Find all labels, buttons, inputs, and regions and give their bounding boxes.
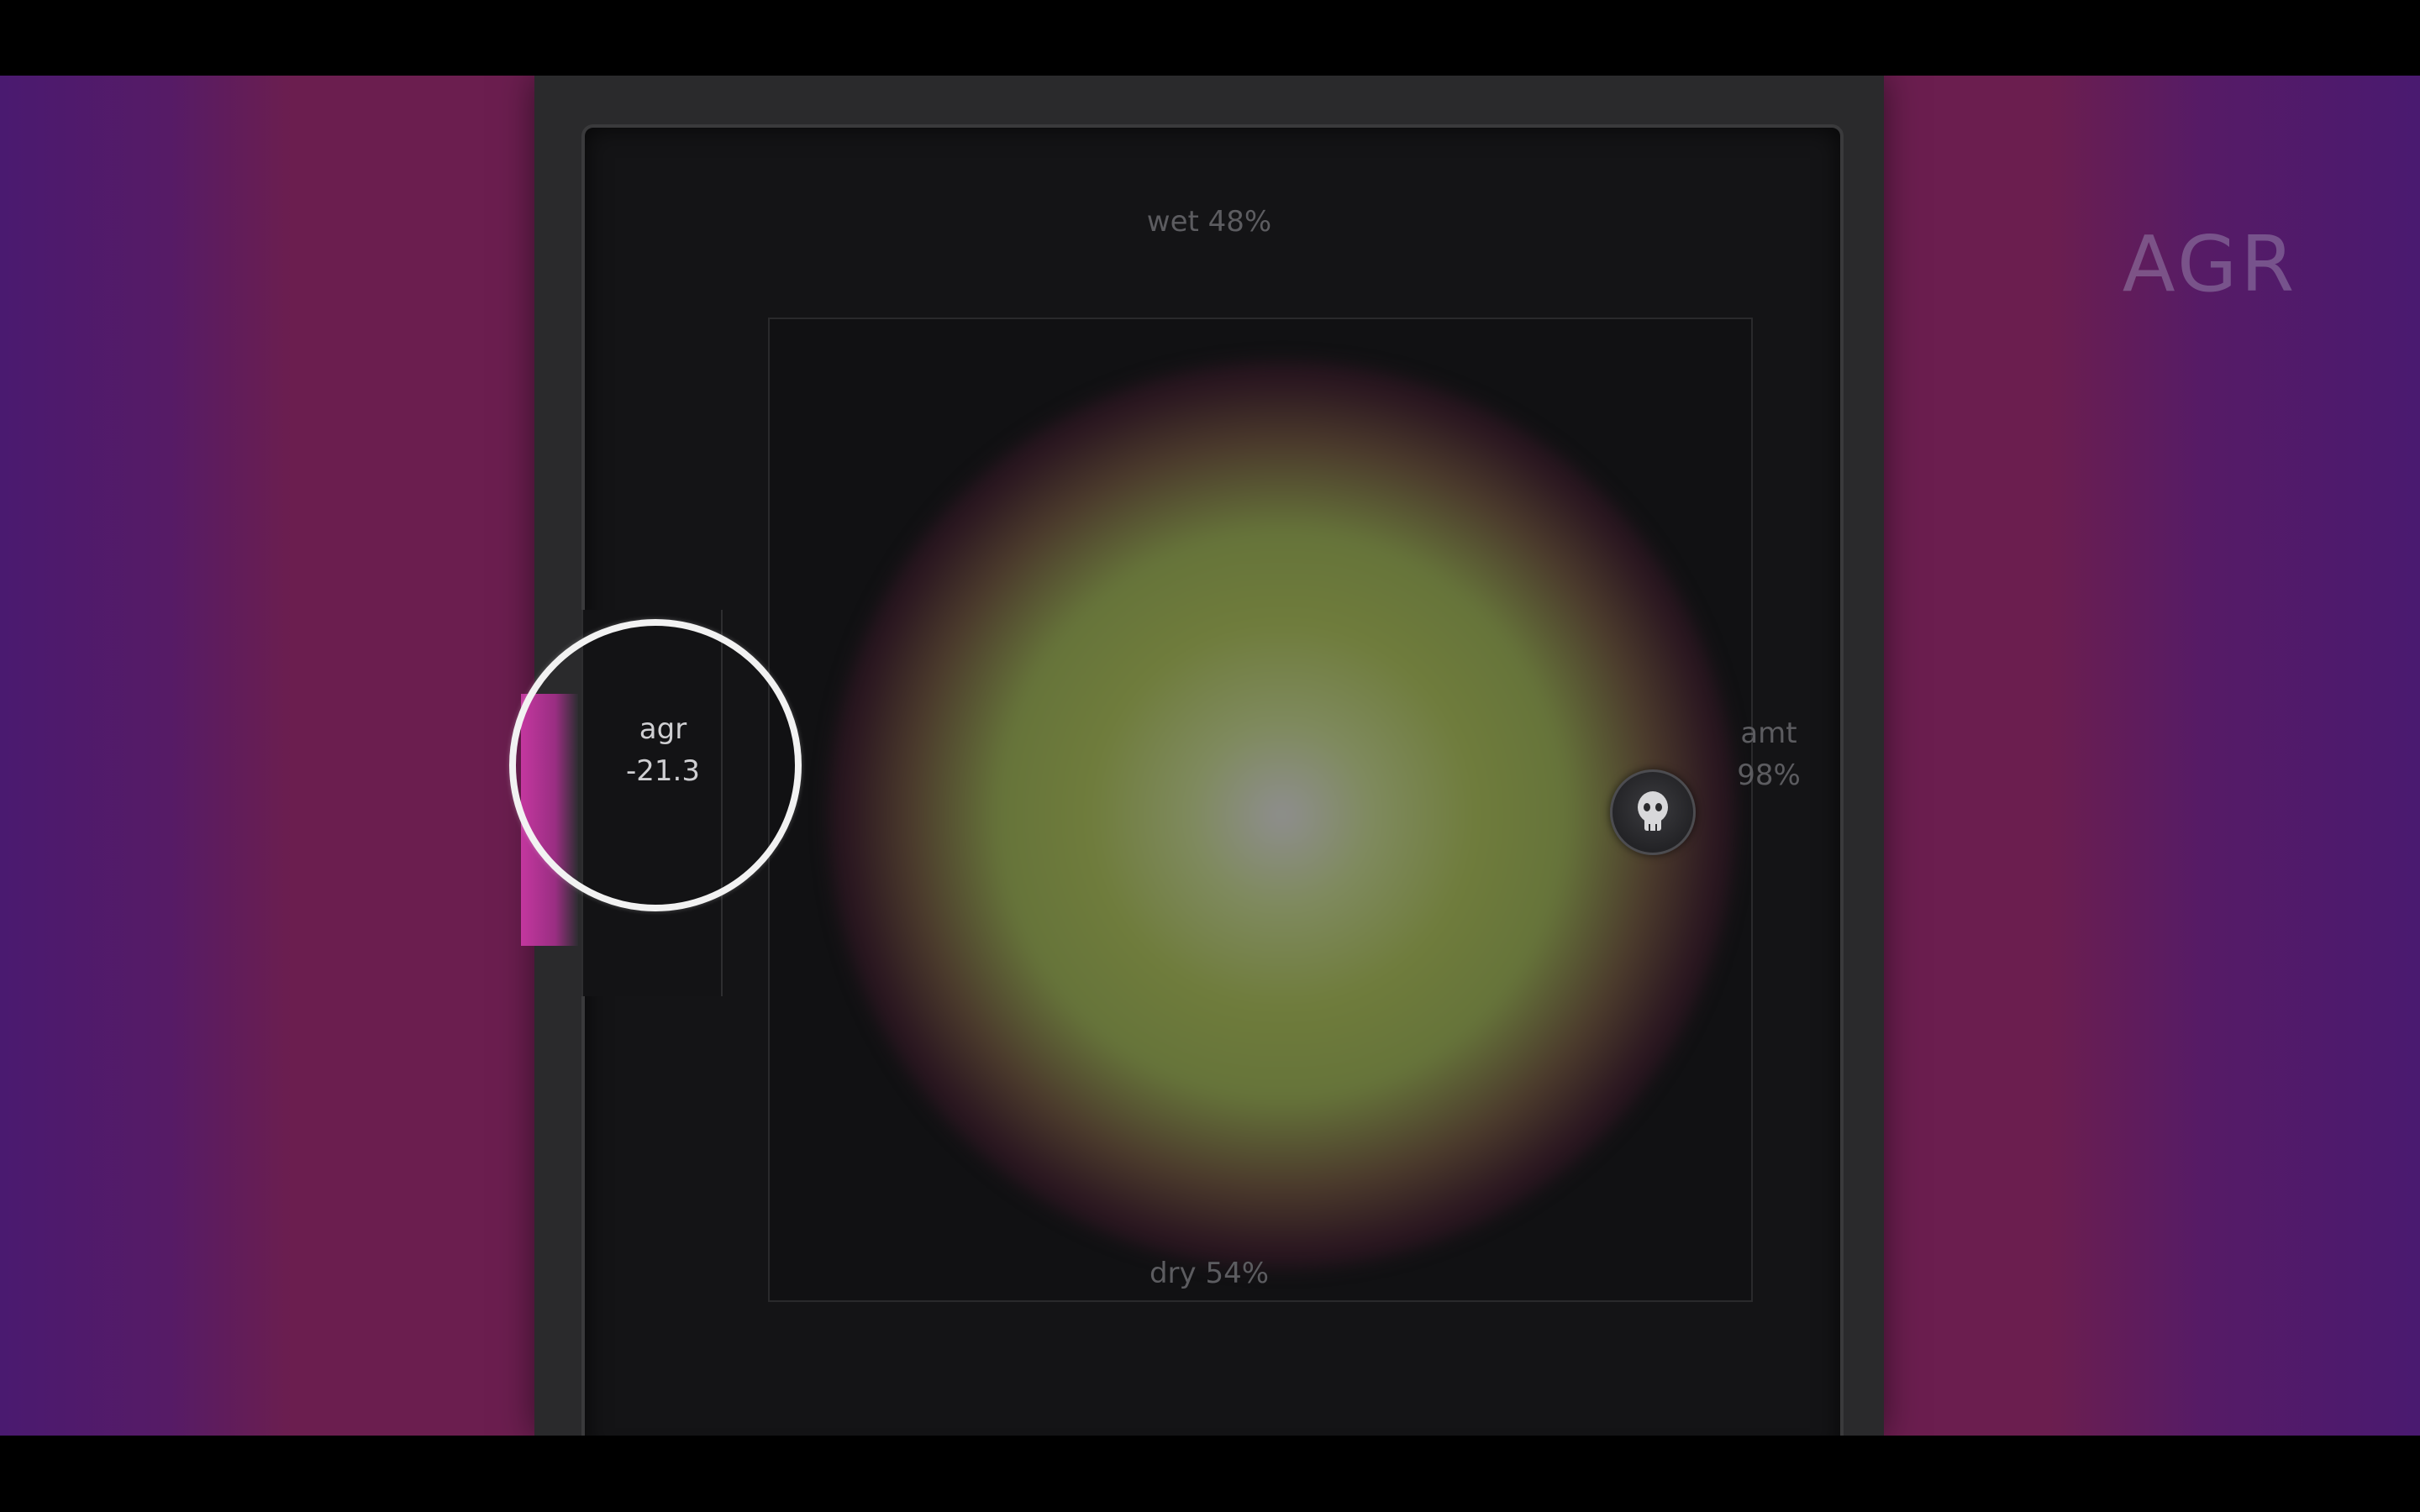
xy-handle[interactable]: [1610, 769, 1696, 855]
letterbox-top: [0, 0, 2420, 76]
amt-label-value: 98%: [1737, 759, 1801, 792]
xy-pad[interactable]: [768, 318, 1753, 1302]
amt-label: amt 98%: [1714, 712, 1823, 796]
brand-logo: AGR: [2122, 219, 2298, 309]
amt-label-name: amt: [1740, 717, 1797, 750]
highlight-ring: [509, 619, 802, 911]
wet-label: wet 48%: [1146, 205, 1272, 239]
xy-pad-glow: [829, 361, 1736, 1268]
dry-label: dry 54%: [1149, 1257, 1270, 1290]
letterbox-bottom: [0, 1436, 2420, 1512]
skull-knob-icon: [1638, 791, 1668, 831]
